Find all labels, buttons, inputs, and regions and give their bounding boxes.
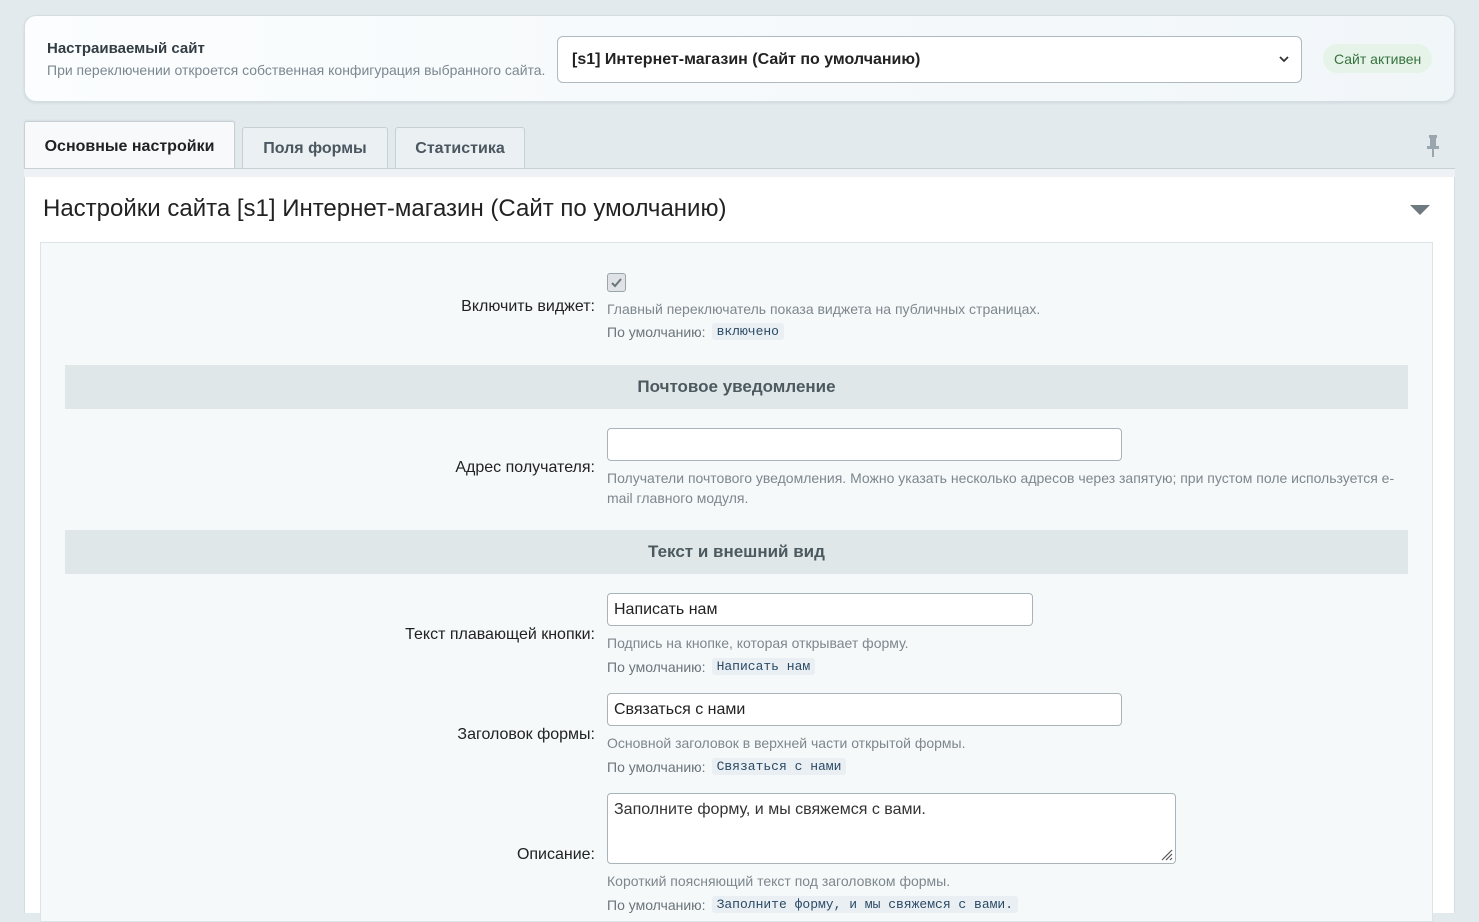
default-value: Написать нам xyxy=(711,658,816,675)
default-value: Связаться с нами xyxy=(711,758,847,775)
checkmark-icon xyxy=(611,278,622,288)
site-select[interactable]: [s1] Интернет-магазин (Сайт по умолчанию… xyxy=(557,36,1302,83)
tab-statistics[interactable]: Статистика xyxy=(395,127,525,170)
form-title-default: По умолчанию: Связаться с нами xyxy=(607,758,847,775)
status-badge: Сайт активен xyxy=(1323,44,1433,73)
description-textarea[interactable]: Заполните форму, и мы свяжемся с вами. xyxy=(607,793,1176,864)
enable-widget-label: Включить виджет: xyxy=(461,298,595,315)
button-text-default: По умолчанию: Написать нам xyxy=(607,658,816,675)
settings-form: Включить виджет: Главный переключатель п… xyxy=(40,242,1433,922)
button-text-input[interactable]: Написать нам xyxy=(607,593,1033,626)
recipient-input[interactable] xyxy=(607,428,1122,461)
tab-label: Статистика xyxy=(415,140,505,157)
default-value: Заполните форму, и мы свяжемся с вами. xyxy=(711,896,1019,913)
form-title-description: Основной заголовок в верхней части откры… xyxy=(607,735,966,751)
description-label: Описание: xyxy=(516,846,595,863)
default-label: По умолчанию: xyxy=(607,323,706,340)
recipient-description: Получатели почтового уведомления. Можно … xyxy=(607,470,1395,506)
button-text-label: Текст плавающей кнопки: xyxy=(405,626,595,643)
default-value: включено xyxy=(711,323,784,340)
tab-label: Основные настройки xyxy=(44,137,215,155)
site-selector-title: Настраиваемый сайт xyxy=(47,40,205,57)
tab-form-fields[interactable]: Поля формы xyxy=(242,127,388,170)
settings-panel: Настройки сайта [s1] Интернет-магазин (С… xyxy=(24,177,1455,922)
tab-main-settings[interactable]: Основные настройки xyxy=(24,121,235,171)
default-label: По умолчанию: xyxy=(607,896,706,913)
default-label: По умолчанию: xyxy=(607,758,706,775)
pin-icon[interactable] xyxy=(1424,134,1442,158)
form-title-label: Заголовок формы: xyxy=(457,726,595,743)
chevron-down-icon xyxy=(1279,56,1289,63)
section-text-appearance: Текст и внешний вид xyxy=(65,530,1408,574)
recipient-label: Адрес получателя: xyxy=(455,459,595,476)
button-text-description: Подпись на кнопке, которая открывает фор… xyxy=(607,635,909,651)
enable-widget-description: Главный переключатель показа виджета на … xyxy=(607,301,1041,317)
enable-widget-checkbox[interactable] xyxy=(607,273,626,292)
site-select-value: [s1] Интернет-магазин (Сайт по умолчанию… xyxy=(572,50,921,68)
section-mail-notification: Почтовое уведомление xyxy=(65,365,1408,409)
site-selector-hint: При переключении откроется собственная к… xyxy=(47,62,546,78)
tab-label: Поля формы xyxy=(263,140,367,157)
site-selector-card: Настраиваемый сайт При переключении откр… xyxy=(24,15,1455,102)
collapse-arrow-icon[interactable] xyxy=(1409,204,1431,216)
default-label: По умолчанию: xyxy=(607,658,706,675)
panel-title: Настройки сайта [s1] Интернет-магазин (С… xyxy=(43,195,727,222)
description-textarea-value: Заполните форму, и мы свяжемся с вами. xyxy=(614,801,926,818)
form-title-input[interactable]: Связаться с нами xyxy=(607,693,1122,726)
description-default: По умолчанию: Заполните форму, и мы свяж… xyxy=(607,896,1019,913)
description-description: Короткий поясняющий текст под заголовком… xyxy=(607,873,951,889)
resize-grip-icon[interactable] xyxy=(1159,847,1173,861)
enable-widget-default: По умолчанию: включено xyxy=(607,323,784,340)
